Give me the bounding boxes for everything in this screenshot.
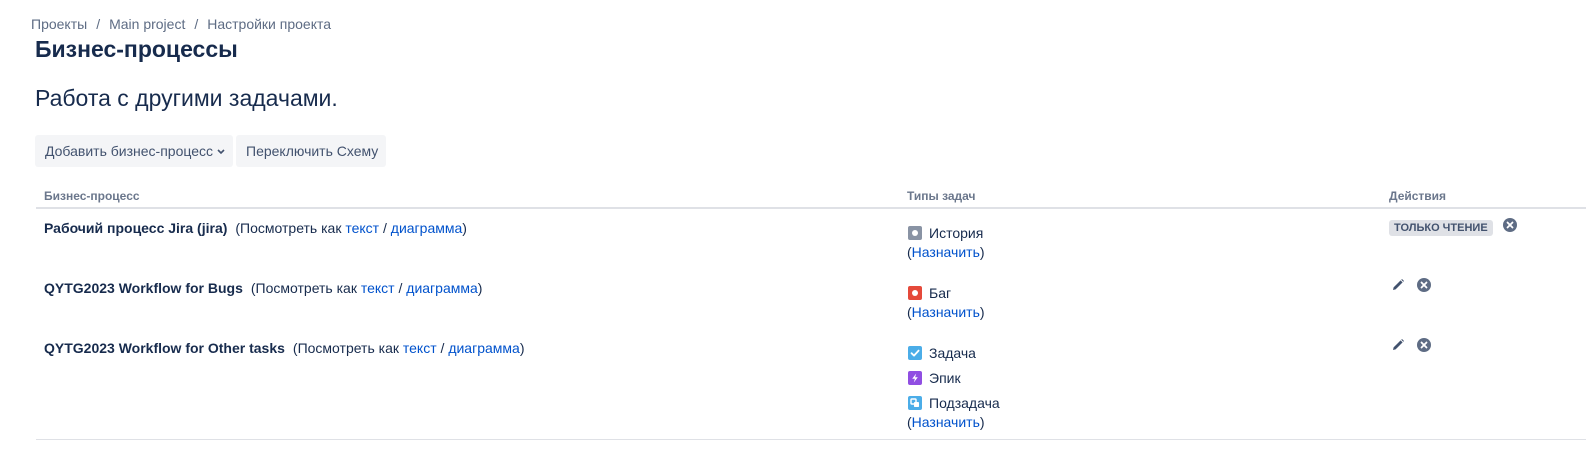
view-as-text-link[interactable]: текст [361, 280, 395, 296]
view-as-prefix: (Посмотреть как [250, 280, 361, 296]
edit-pencil-icon[interactable] [1391, 338, 1405, 352]
table-row-workflow-name: QYTG2023 Workflow for Other tasks (Посмот… [44, 340, 524, 356]
view-as-diagram-link[interactable]: диаграмма [391, 220, 463, 236]
edit-pencil-icon[interactable] [1391, 278, 1405, 292]
read-only-badge: ТОЛЬКО ЧТЕНИЕ [1389, 220, 1493, 236]
workflow-name: Рабочий процесс Jira (jira) [44, 220, 228, 236]
assign-cell: (Назначить) [907, 244, 985, 260]
breadcrumb-project-settings[interactable]: Настройки проекта [207, 16, 331, 32]
breadcrumb-separator: / [96, 16, 101, 32]
issue-type-item: Эпик [908, 369, 961, 387]
assign-link[interactable]: Назначить [912, 244, 980, 260]
view-as-text-link[interactable]: текст [345, 220, 379, 236]
paren-close: ) [979, 414, 985, 430]
assign-cell: (Назначить) [907, 304, 985, 320]
breadcrumb-projects[interactable]: Проекты [31, 16, 87, 32]
column-header-issue-types: Типы задач [907, 189, 976, 203]
add-workflow-button[interactable]: Добавить бизнес-процесс [35, 135, 233, 167]
chevron-down-icon [217, 149, 225, 155]
delete-icon[interactable] [1503, 218, 1517, 232]
issue-type-item: История [908, 224, 983, 242]
view-as-suffix: ) [519, 340, 525, 356]
breadcrumb: Проекты / Main project / Настройки проекта [31, 16, 331, 32]
view-as-suffix: ) [462, 220, 467, 236]
assign-link[interactable]: Назначить [912, 414, 980, 430]
breadcrumb-separator: / [194, 16, 199, 32]
switch-scheme-button[interactable]: Переключить Схему [236, 135, 386, 167]
view-as-suffix: ) [477, 280, 483, 296]
view-as-separator: / [394, 280, 407, 296]
page-title: Бизнес-процессы [35, 36, 238, 62]
bug-icon [908, 286, 922, 300]
view-as-separator: / [379, 220, 391, 236]
issue-type-item: Подзадача [908, 394, 1000, 412]
page-subtitle: Работа с другими задачами. [35, 85, 338, 111]
view-as-separator: / [436, 340, 449, 356]
issue-type-label: Подзадача [929, 395, 1000, 411]
issue-type-item: Задача [908, 344, 976, 362]
workflow-name: QYTG2023 Workflow for Bugs [44, 280, 243, 296]
table-bottom-divider [36, 439, 1586, 440]
delete-icon[interactable] [1417, 278, 1431, 292]
view-as-prefix: (Посмотреть как [235, 220, 346, 236]
view-as-diagram-link[interactable]: диаграмма [448, 340, 520, 356]
view-as-diagram-link[interactable]: диаграмма [406, 280, 478, 296]
view-as-text-link[interactable]: текст [403, 340, 437, 356]
issue-type-item: Баг [908, 284, 951, 302]
table-row-workflow-name: Рабочий процесс Jira (jira) (Посмотреть к… [44, 220, 467, 236]
task-icon [908, 346, 922, 360]
epic-icon [908, 371, 922, 385]
assign-link[interactable]: Назначить [912, 304, 980, 320]
add-workflow-label: Добавить бизнес-процесс [45, 143, 213, 159]
story-icon [908, 226, 922, 240]
issue-type-label: История [929, 225, 984, 241]
paren-close: ) [979, 244, 985, 260]
view-as-prefix: (Посмотреть как [292, 340, 403, 356]
column-header-workflow: Бизнес-процесс [44, 189, 140, 203]
issue-type-label: Эпик [929, 370, 961, 386]
column-header-actions: Действия [1389, 189, 1447, 203]
breadcrumb-main-project[interactable]: Main project [109, 16, 185, 32]
paren-close: ) [979, 304, 985, 320]
assign-cell: (Назначить) [907, 414, 985, 430]
subtask-icon [908, 396, 922, 410]
delete-icon[interactable] [1417, 338, 1431, 352]
issue-type-label: Задача [929, 345, 976, 361]
issue-type-label: Баг [929, 285, 952, 301]
workflow-name: QYTG2023 Workflow for Other tasks [44, 340, 285, 356]
table-row-workflow-name: QYTG2023 Workflow for Bugs (Посмотреть ка… [44, 280, 482, 296]
table-header-divider [36, 207, 1586, 209]
